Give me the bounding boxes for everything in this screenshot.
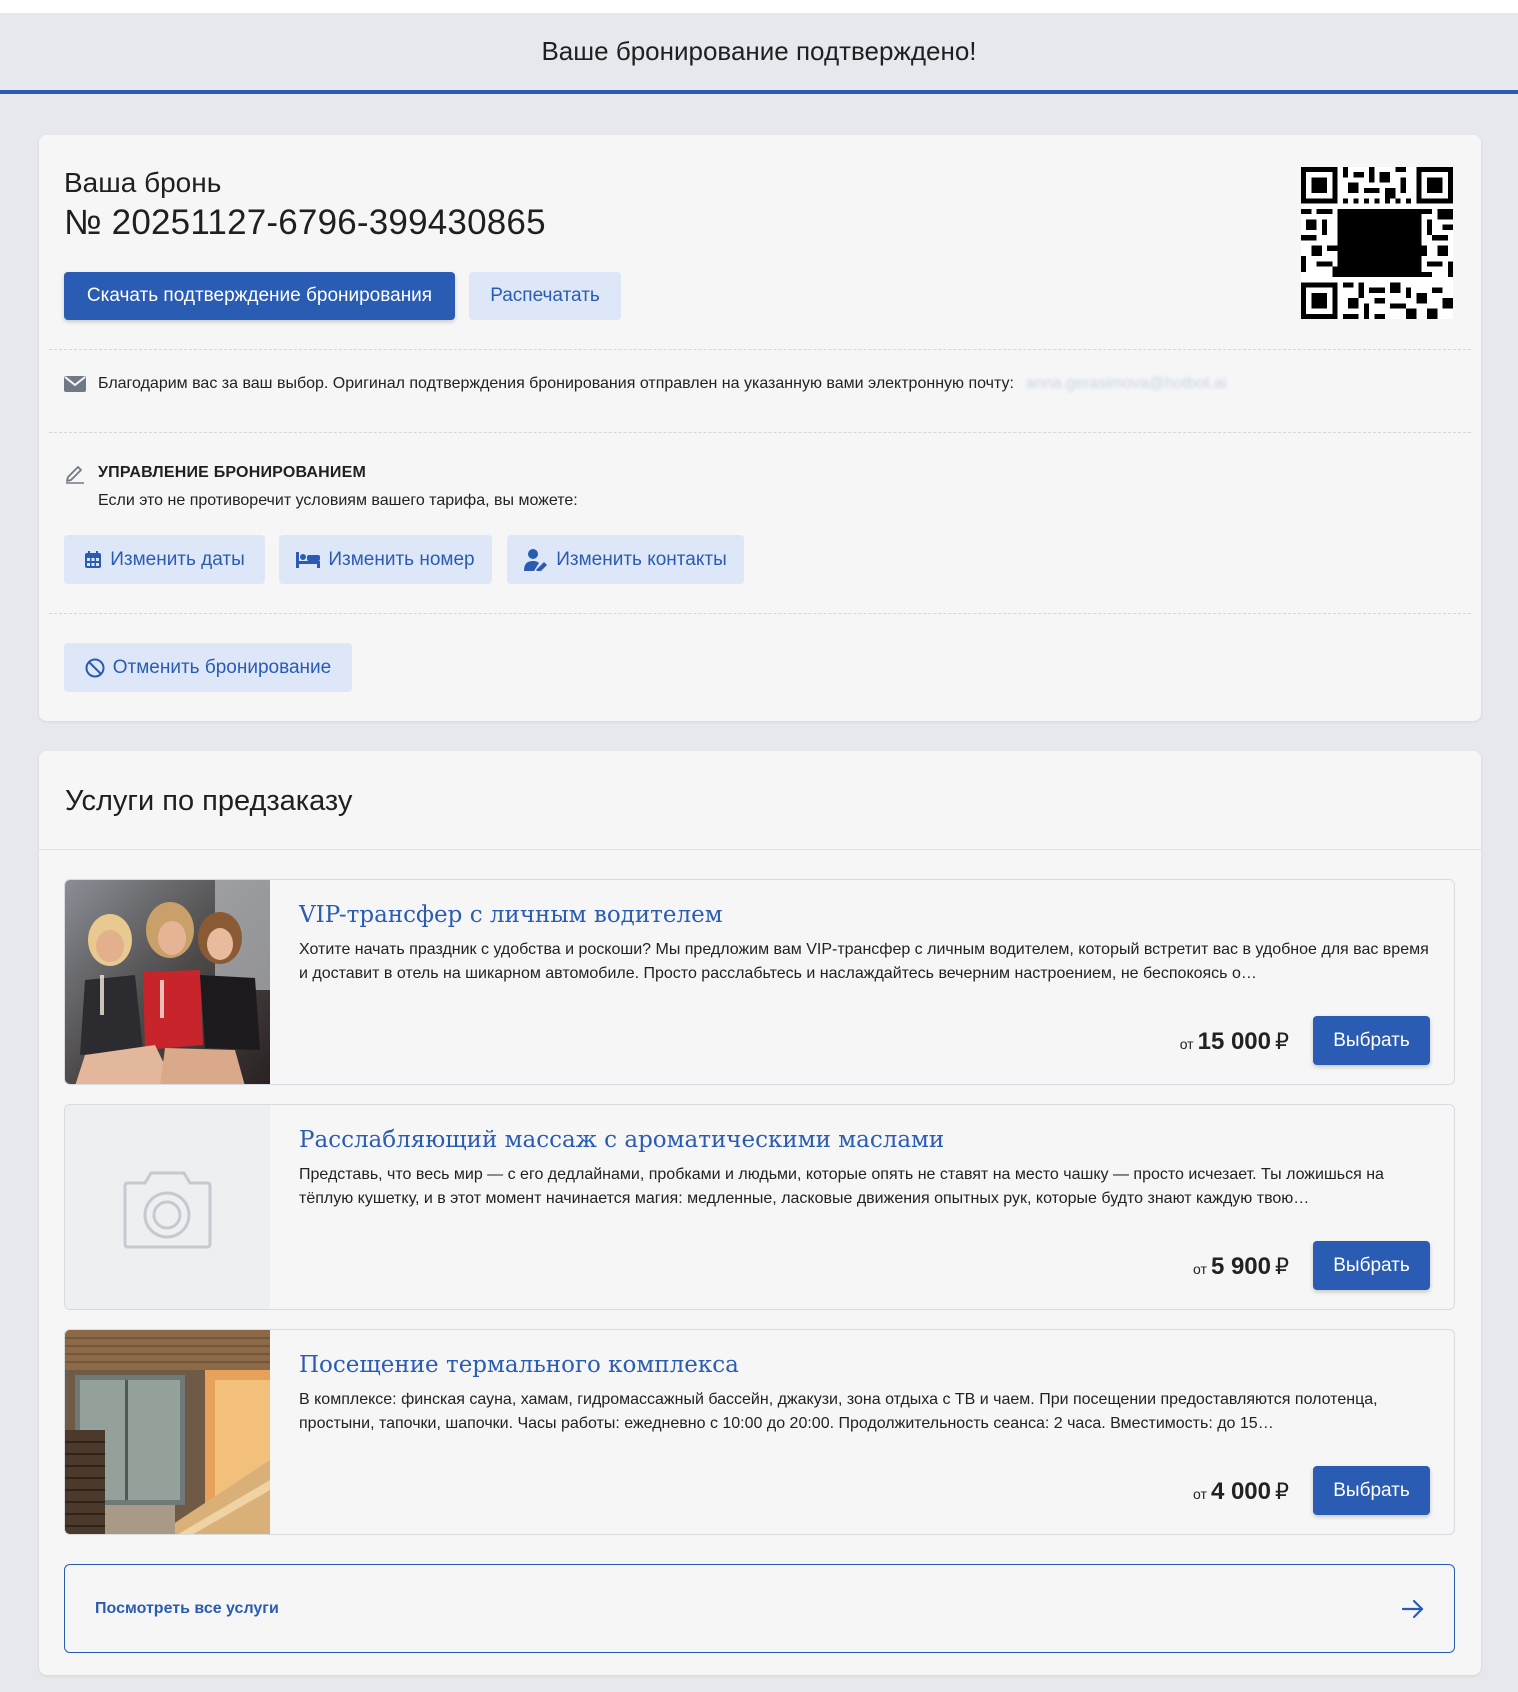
divider — [39, 849, 1481, 850]
page-title: Ваше бронирование подтверждено! — [541, 36, 977, 66]
booking-number: № 20251127-6796-399430865 — [64, 203, 546, 242]
camera-placeholder-icon — [123, 1171, 212, 1249]
user-edit-icon — [524, 548, 548, 571]
manage-booking-title: УПРАВЛЕНИЕ БРОНИРОВАНИЕМ — [98, 464, 367, 481]
price-from-label: от — [1193, 1486, 1207, 1502]
currency-symbol: ₽ — [1275, 1479, 1289, 1504]
divider — [49, 349, 1471, 350]
service-price: от 15 000 ₽ — [1180, 1028, 1289, 1056]
sauna-photo — [65, 1330, 270, 1534]
choose-service-button[interactable]: Выбрать — [1313, 1466, 1430, 1515]
manage-booking-section: УПРАВЛЕНИЕ БРОНИРОВАНИЕМ Если это не про… — [64, 462, 578, 510]
price-amount: 5 900 — [1210, 1253, 1271, 1280]
pencil-icon — [66, 466, 84, 484]
top-strip — [0, 0, 1518, 13]
service-description: В комплексе: финская сауна, хамам, гидро… — [299, 1391, 1378, 1432]
choose-service-button[interactable]: Выбрать — [1313, 1016, 1430, 1065]
limousine-photo — [65, 880, 270, 1084]
service-card: VIP-трансфер с личным водителем Хотите н… — [64, 879, 1455, 1085]
qr-code-icon — [1301, 167, 1453, 319]
arrow-right-icon — [1402, 1599, 1424, 1618]
change-room-button[interactable]: Изменить номер — [279, 535, 492, 584]
manage-booking-subtitle: Если это не противоречит условиям вашего… — [98, 492, 578, 509]
email-notice-text: Благодарим вас за ваш выбор. Оригинал по… — [98, 375, 1014, 392]
calendar-icon — [85, 550, 102, 568]
change-contacts-label: Изменить контакты — [556, 548, 727, 570]
change-room-label: Изменить номер — [328, 548, 475, 570]
service-image — [65, 1105, 270, 1309]
service-image — [65, 880, 270, 1084]
choose-service-button[interactable]: Выбрать — [1313, 1241, 1430, 1290]
divider — [49, 432, 1471, 433]
service-title[interactable]: VIP-трансфер с личным водителем — [299, 900, 1430, 930]
booking-card: Ваша бронь № 20251127-6796-399430865 Ска… — [39, 135, 1481, 721]
view-all-services-link[interactable]: Посмотреть все услуги — [64, 1564, 1455, 1653]
change-contacts-button[interactable]: Изменить контакты — [507, 535, 744, 584]
print-button[interactable]: Распечатать — [469, 272, 621, 320]
service-card: Посещение термального комплекса В компле… — [64, 1329, 1455, 1535]
cancel-booking-button[interactable]: Отменить бронирование — [64, 643, 352, 692]
confirmation-header: Ваше бронирование подтверждено! — [0, 13, 1518, 94]
cancel-booking-label: Отменить бронирование — [112, 656, 332, 678]
change-dates-button[interactable]: Изменить даты — [64, 535, 265, 584]
price-amount: 4 000 — [1210, 1478, 1271, 1505]
service-description: Хотите начать праздник с удобства и роск… — [299, 941, 1429, 982]
currency-symbol: ₽ — [1275, 1254, 1289, 1279]
ban-icon — [85, 658, 105, 677]
service-description: Представь, что весь мир — с его дедлайна… — [299, 1166, 1384, 1207]
price-from-label: от — [1193, 1261, 1207, 1277]
service-card: Расслабляющий массаж с ароматическими ма… — [64, 1104, 1455, 1310]
price-from-label: от — [1179, 1036, 1194, 1052]
preorder-services-card: Услуги по предзаказу VIP-трансфер с личн… — [39, 751, 1481, 1675]
change-dates-label: Изменить даты — [110, 548, 245, 570]
email-address: anna.gerasimova@hotbot.ai — [1025, 375, 1227, 392]
view-all-services-label: Посмотреть все услуги — [95, 1599, 279, 1617]
service-title[interactable]: Посещение термального комплекса — [299, 1350, 1430, 1380]
booking-label: Ваша бронь — [64, 167, 222, 198]
divider — [49, 613, 1471, 614]
service-title[interactable]: Расслабляющий массаж с ароматическими ма… — [299, 1125, 1430, 1155]
bed-icon — [296, 551, 321, 568]
envelope-icon — [64, 376, 86, 392]
service-price: от 4 000 ₽ — [1193, 1478, 1289, 1506]
download-confirmation-button[interactable]: Скачать подтверждение бронирования — [64, 272, 455, 320]
service-price: от 5 900 ₽ — [1193, 1253, 1289, 1281]
price-amount: 15 000 — [1197, 1028, 1271, 1055]
currency-symbol: ₽ — [1275, 1029, 1289, 1054]
service-image — [65, 1330, 270, 1534]
services-title: Услуги по предзаказу — [65, 785, 353, 817]
email-notice: Благодарим вас за ваш выбор. Оригинал по… — [64, 375, 1226, 393]
